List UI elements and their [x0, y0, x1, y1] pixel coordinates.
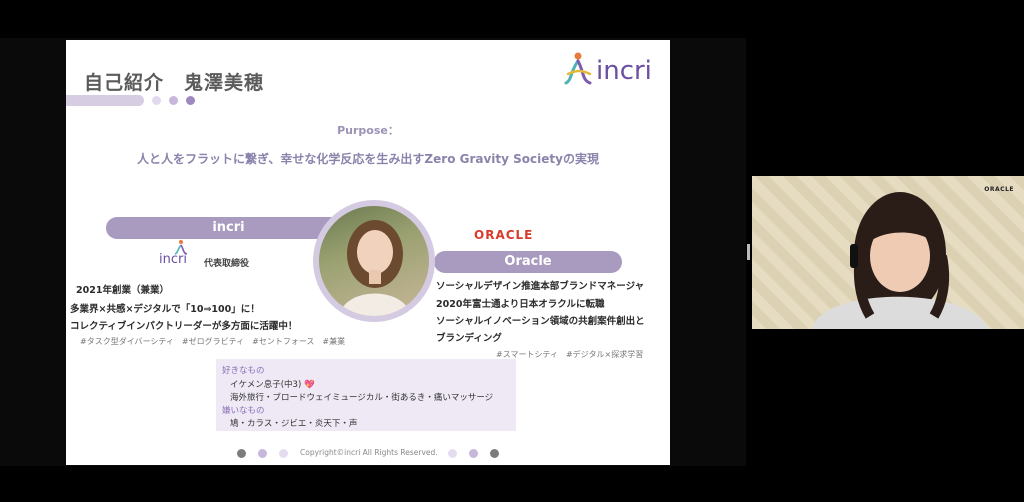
oracle-banner-label: Oracle: [504, 254, 552, 269]
incri-logo-text: incri: [596, 56, 652, 86]
dislikes-item: 鳩・カラス・ジビエ・炎天下・声: [230, 419, 358, 429]
panel-resize-handle[interactable]: [747, 244, 750, 260]
role-title: 代表取締役: [204, 259, 250, 269]
footer-dot: [279, 449, 288, 458]
oracle-banner: Oracle: [434, 251, 622, 273]
incri-line: 2021年創業（兼業）: [76, 285, 169, 296]
copyright-text: Copyright©incri All Rights Reserved.: [300, 448, 438, 457]
webcam-oracle-logo: ORACLE: [984, 186, 1014, 193]
likes-box: 好きなもの イケメン息子(中3) 💖 海外旅行・ブロードウェイミュージカル・街あ…: [216, 359, 516, 431]
likes-heading: 好きなもの: [222, 366, 265, 376]
incri-banner-label: incri: [212, 220, 245, 235]
purpose-text: 人と人をフラットに繋ぎ、幸せな化学反応を生み出すZero Gravity Soc…: [137, 152, 599, 166]
title-underline-bar: [66, 95, 144, 106]
incri-logo-icon: [564, 52, 592, 85]
likes-item: イケメン息子(中3) 💖: [230, 380, 315, 390]
purpose-label: Purpose：: [337, 124, 399, 137]
presentation-slide: 自己紹介 鬼澤美穂 incri Purpose： 人と人をフラットに繋ぎ、幸せな…: [66, 40, 670, 465]
person-photo-icon: [339, 220, 411, 316]
slide-title: 自己紹介 鬼澤美穂: [84, 72, 265, 94]
webcam-video-tile[interactable]: ORACLE: [752, 176, 1024, 329]
oracle-line: ブランディング: [436, 333, 502, 344]
title-dot: [169, 96, 178, 105]
oracle-line: ソーシャルイノベーション領域の共創案件創出と: [436, 316, 645, 327]
footer-dot: [237, 449, 246, 458]
incri-banner: incri: [106, 217, 351, 239]
oracle-line: ソーシャルデザイン推進本部ブランドマネージャ: [436, 281, 645, 292]
incri-line: コレクティブインパクトリーダーが多方面に活躍中！: [70, 321, 298, 332]
footer-dot: [490, 449, 499, 458]
portrait-frame: [313, 200, 435, 322]
oracle-tags: #スマートシティ #デジタル×探求学習: [496, 350, 644, 359]
title-dot: [186, 96, 195, 105]
participant-video-icon: [812, 192, 988, 329]
footer-dot: [258, 449, 267, 458]
incri-tags: #タスク型ダイバーシティ #ゼログラビティ #セントフォース #兼業: [80, 337, 346, 346]
title-dot: [152, 96, 161, 105]
dislikes-heading: 嫌いなもの: [222, 406, 265, 416]
portrait-photo: [319, 206, 429, 316]
oracle-line: 2020年富士通より日本オラクルに転職: [436, 299, 605, 310]
footer-dot: [469, 449, 478, 458]
incri-small-logo-text: incri: [159, 252, 187, 267]
oracle-logo: ORACLE: [474, 228, 534, 242]
incri-line: 多業界×共感×デジタルで「10⇒100」に！: [70, 304, 260, 315]
likes-item: 海外旅行・ブロードウェイミュージカル・街あるき・痛いマッサージ: [230, 393, 494, 403]
footer-dot: [448, 449, 457, 458]
